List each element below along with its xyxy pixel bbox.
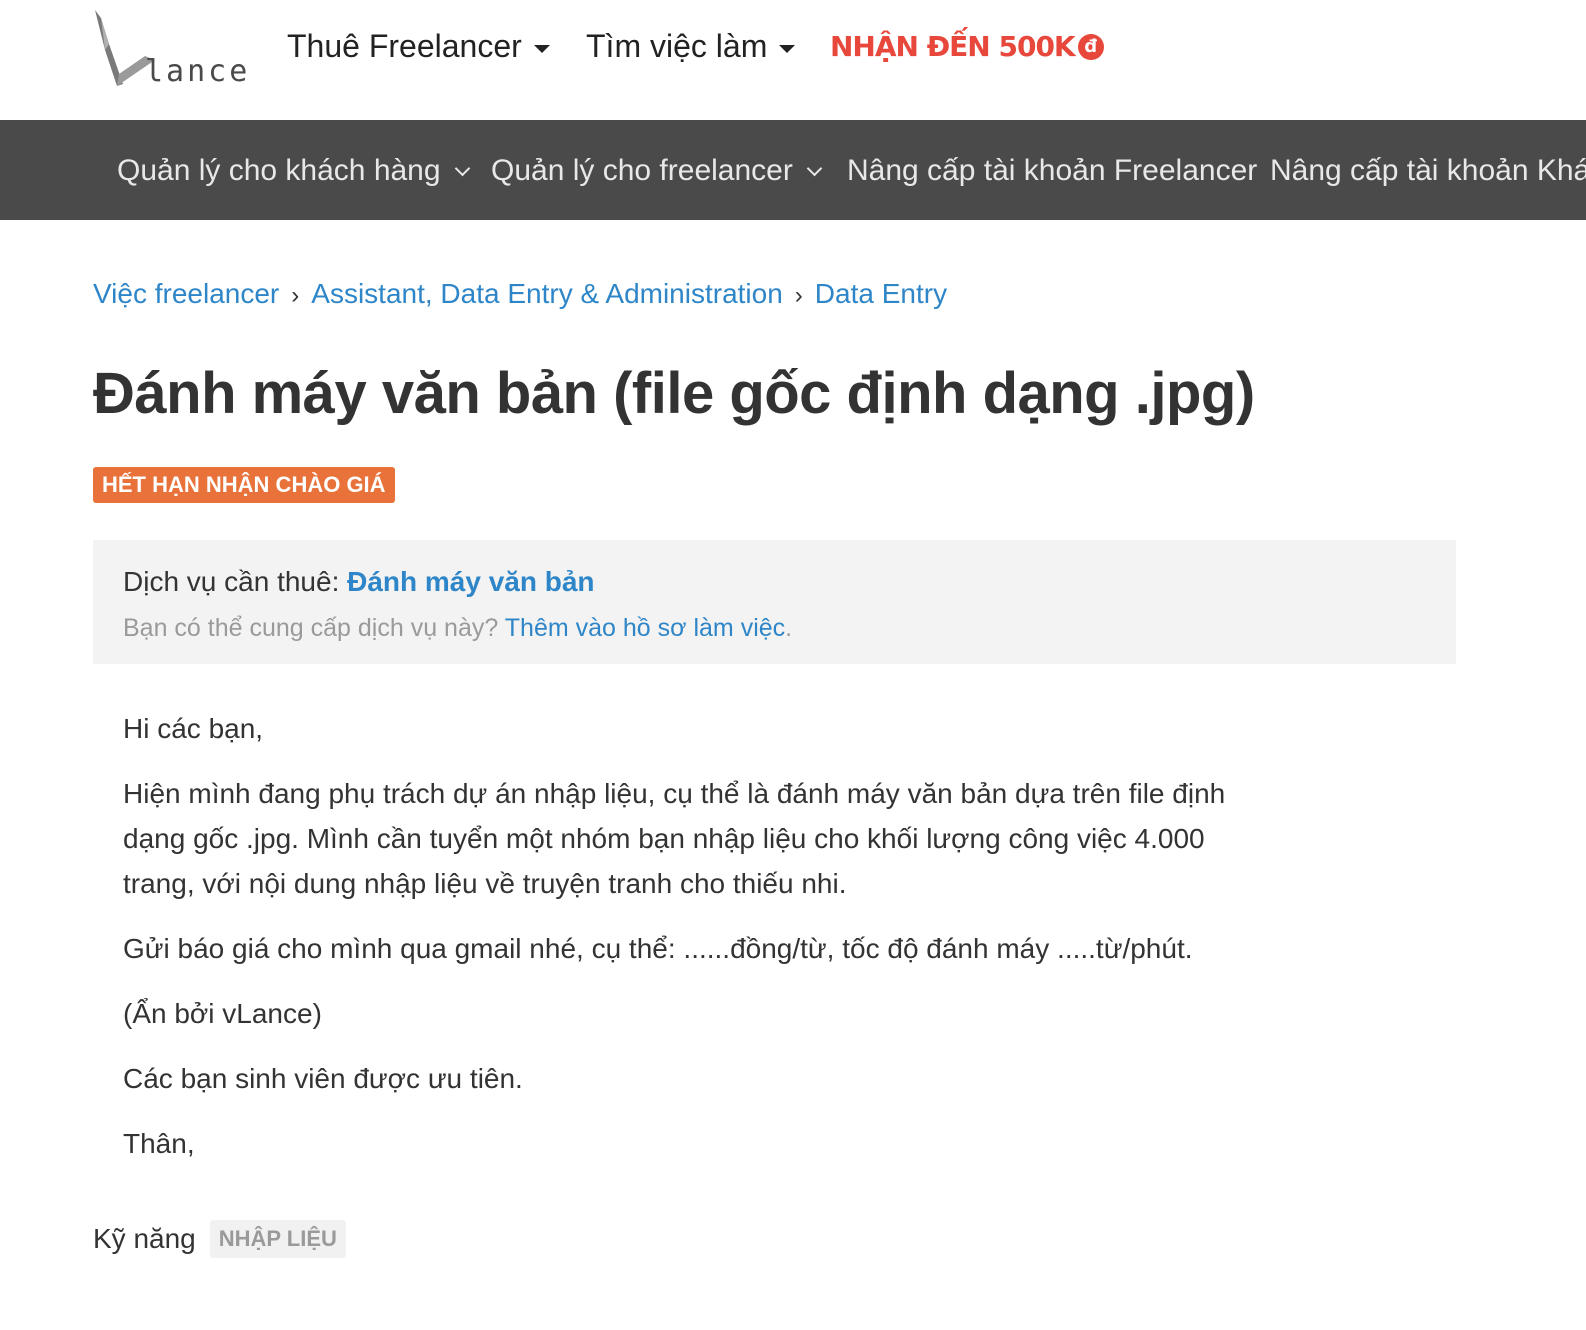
subnav-client-management[interactable]: Quản lý cho khách hàng <box>117 154 470 188</box>
service-hint: Bạn có thể cung cấp dịch vụ này? Thêm và… <box>123 614 792 643</box>
skills-row: Kỹ năng NHẬP LIỆU <box>93 1220 346 1258</box>
description-paragraph: Gửi báo giá cho mình qua gmail nhé, cụ t… <box>123 933 1193 964</box>
description-paragraph: (Ẩn bởi vLance) <box>123 998 322 1029</box>
breadcrumb-item-assistant[interactable]: Assistant, Data Entry & Administration <box>311 278 783 309</box>
service-required: Dịch vụ cần thuê: Đánh máy văn bản <box>123 566 595 598</box>
nav-find-jobs-label: Tìm việc làm <box>586 28 768 64</box>
subnav-upgrade-client-label: Nâng cấp tài khoản Khách hàng <box>1270 154 1586 187</box>
service-hint-text: Bạn có thể cung cấp dịch vụ này? <box>123 614 505 642</box>
subnav-freelancer-management[interactable]: Quản lý cho freelancer <box>491 154 823 188</box>
nav-hire-freelancer[interactable]: Thuê Freelancer <box>287 28 550 65</box>
service-name-link[interactable]: Đánh máy văn bản <box>347 566 594 597</box>
service-box: Dịch vụ cần thuê: Đánh máy văn bản Bạn c… <box>93 540 1456 664</box>
subnav-upgrade-freelancer-label: Nâng cấp tài khoản Freelancer <box>847 154 1258 187</box>
chevron-down-icon <box>806 160 823 176</box>
coin-icon: đ <box>1077 33 1104 60</box>
description-paragraph: Thân, <box>123 1128 195 1159</box>
promo-label: NHẬN ĐẾN 500K <box>830 30 1076 63</box>
job-description: Hi các bạn, Hiện mình đang phụ trách dự … <box>123 706 1243 1186</box>
add-to-profile-link[interactable]: Thêm vào hồ sơ làm việc <box>505 614 785 642</box>
breadcrumb-separator: › <box>794 282 803 309</box>
subnav-freelancer-management-label: Quản lý cho freelancer <box>491 154 793 187</box>
logo-text: lance <box>145 54 251 89</box>
skills-label: Kỹ năng <box>93 1223 196 1254</box>
service-prefix: Dịch vụ cần thuê: <box>123 566 348 597</box>
description-paragraph: Hiện mình đang phụ trách dự án nhập liệu… <box>123 778 1226 899</box>
vlance-logo[interactable]: lance <box>95 10 247 90</box>
subnav-upgrade-freelancer[interactable]: Nâng cấp tài khoản Freelancer <box>847 154 1257 188</box>
breadcrumb-item-freelance-jobs[interactable]: Việc freelancer <box>93 278 279 309</box>
status-badge: HẾT HẠN NHẬN CHÀO GIÁ <box>93 467 395 503</box>
description-paragraph: Các bạn sinh viên được ưu tiên. <box>123 1063 523 1094</box>
nav-hire-freelancer-label: Thuê Freelancer <box>287 28 522 64</box>
caret-down-icon <box>779 44 796 53</box>
sub-navigation: Quản lý cho khách hàng Quản lý cho freel… <box>0 120 1586 220</box>
nav-find-jobs[interactable]: Tìm việc làm <box>586 28 796 65</box>
description-paragraph: Hi các bạn, <box>123 713 264 744</box>
breadcrumb-item-data-entry[interactable]: Data Entry <box>815 278 947 309</box>
skill-tag[interactable]: NHẬP LIỆU <box>209 1220 346 1258</box>
subnav-client-management-label: Quản lý cho khách hàng <box>117 154 441 187</box>
chevron-down-icon <box>454 160 470 176</box>
service-hint-period: . <box>785 614 793 642</box>
promo-link[interactable]: NHẬN ĐẾN 500K đ <box>830 30 1104 63</box>
breadcrumb-separator: › <box>291 282 300 309</box>
breadcrumb: Việc freelancer › Assistant, Data Entry & … <box>93 278 947 310</box>
top-header: lance Thuê Freelancer Tìm việc làm NHẬN … <box>0 0 1586 120</box>
subnav-upgrade-client[interactable]: Nâng cấp tài khoản Khách hàng <box>1270 154 1586 188</box>
caret-down-icon <box>533 44 550 53</box>
page-title: Đánh máy văn bản (file gốc định dạng .jp… <box>93 361 1255 426</box>
